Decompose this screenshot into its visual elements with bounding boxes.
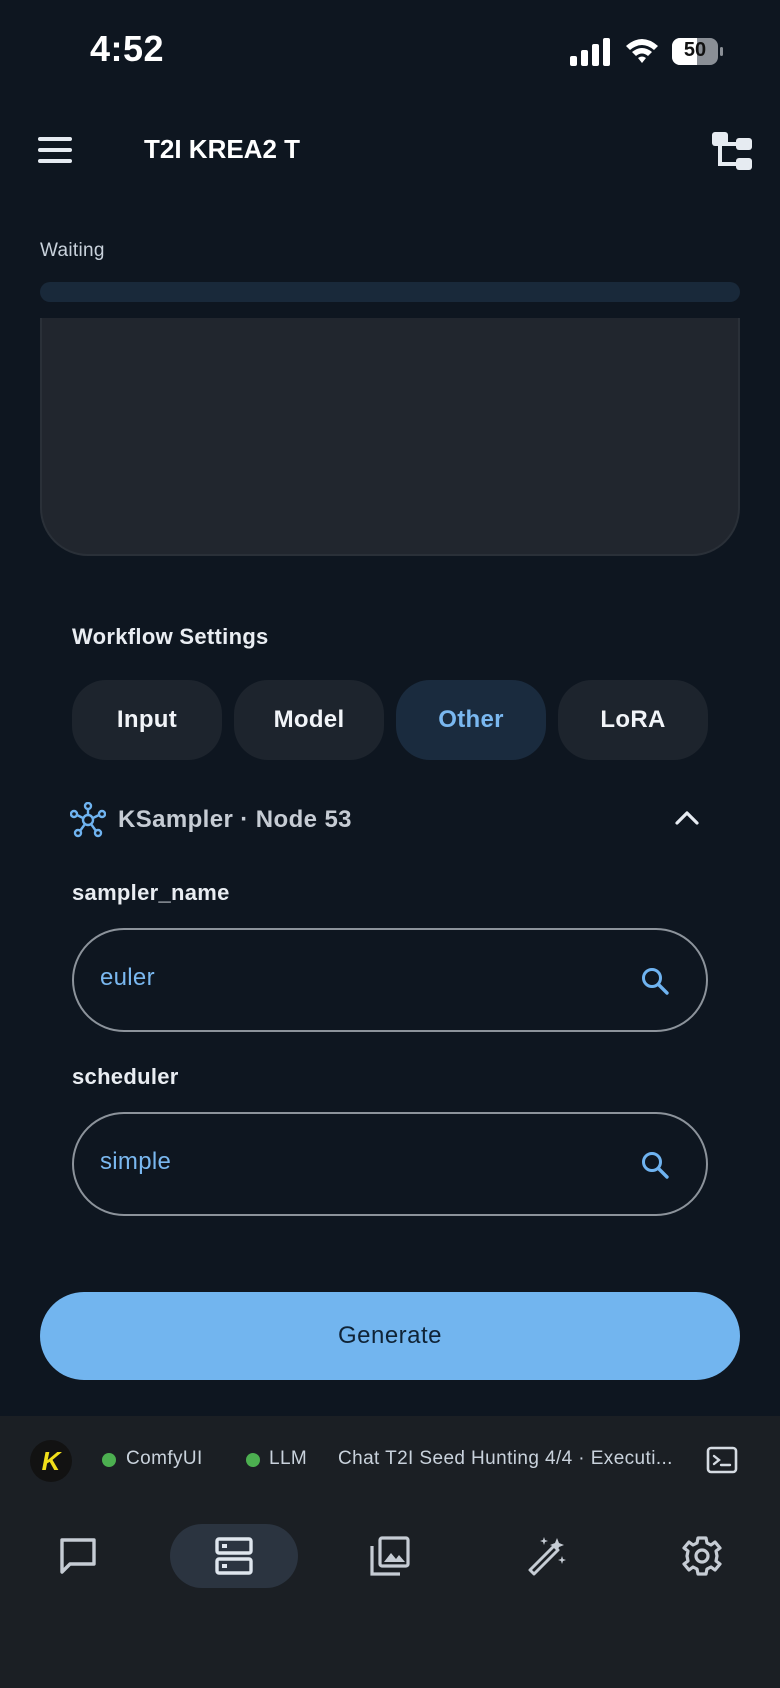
battery-level: 50: [683, 39, 707, 61]
status-time: 4:52: [90, 28, 165, 69]
tab-model[interactable]: Model: [234, 680, 384, 760]
wifi-icon: [626, 39, 658, 63]
node-title: KSampler · Node 53: [118, 806, 352, 833]
nav-chat[interactable]: [14, 1524, 142, 1588]
chevron-up-icon[interactable]: [674, 808, 700, 828]
generate-button[interactable]: Generate: [40, 1292, 740, 1380]
generate-button-label: Generate: [337, 1322, 443, 1349]
chat-icon: [60, 1538, 96, 1574]
tab-input[interactable]: Input: [72, 680, 222, 760]
llm-status-dot: [246, 1453, 260, 1467]
battery-indicator: 50: [672, 38, 724, 65]
workflow-tree-icon[interactable]: [710, 130, 754, 172]
sampler-name-label: sampler_name: [72, 880, 230, 905]
page-title: T2I KREA2 T: [144, 134, 301, 164]
app-screen: 4:52 50 T2I KREA2 T Waiting Workflow Set…: [0, 0, 780, 1688]
server-icon: [215, 1537, 253, 1575]
progress-status-label: Waiting: [40, 240, 105, 261]
tab-label: LoRA: [600, 706, 666, 733]
avatar[interactable]: K: [30, 1440, 72, 1482]
scheduler-value: simple: [100, 1148, 172, 1175]
comfyui-status-dot: [102, 1453, 116, 1467]
sampler-name-field[interactable]: euler: [72, 928, 708, 1032]
tab-lora[interactable]: LoRA: [558, 680, 708, 760]
search-icon[interactable]: [640, 966, 670, 996]
section-title: Workflow Settings: [72, 624, 269, 649]
menu-icon[interactable]: [36, 134, 76, 166]
nav-server[interactable]: [170, 1524, 298, 1588]
terminal-icon[interactable]: [706, 1446, 738, 1474]
settings-gear-icon: [682, 1536, 722, 1576]
search-icon[interactable]: [640, 1150, 670, 1180]
tab-label: Other: [438, 706, 504, 733]
llm-status-label: LLM: [269, 1448, 308, 1469]
sampler-name-value: euler: [100, 964, 155, 991]
nav-gallery[interactable]: [326, 1524, 454, 1588]
gallery-icon: [370, 1536, 410, 1576]
tab-label: Model: [273, 706, 345, 733]
progress-bar: [40, 282, 740, 302]
nav-settings[interactable]: [638, 1524, 766, 1588]
scheduler-label: scheduler: [72, 1064, 179, 1089]
scheduler-field[interactable]: simple: [72, 1112, 708, 1216]
avatar-letter: K: [41, 1445, 61, 1476]
job-status-text[interactable]: Chat T2I Seed Hunting 4/4 · Executi...: [338, 1448, 680, 1470]
tab-other[interactable]: Other: [396, 680, 546, 760]
tab-label: Input: [116, 706, 178, 733]
cellular-signal-icon: [570, 38, 610, 66]
nav-magic[interactable]: [482, 1524, 610, 1588]
magic-wand-icon: [528, 1537, 566, 1576]
image-preview-area: [40, 318, 740, 556]
node-graph-icon: [70, 802, 106, 838]
comfyui-status-label: ComfyUI: [126, 1448, 203, 1469]
